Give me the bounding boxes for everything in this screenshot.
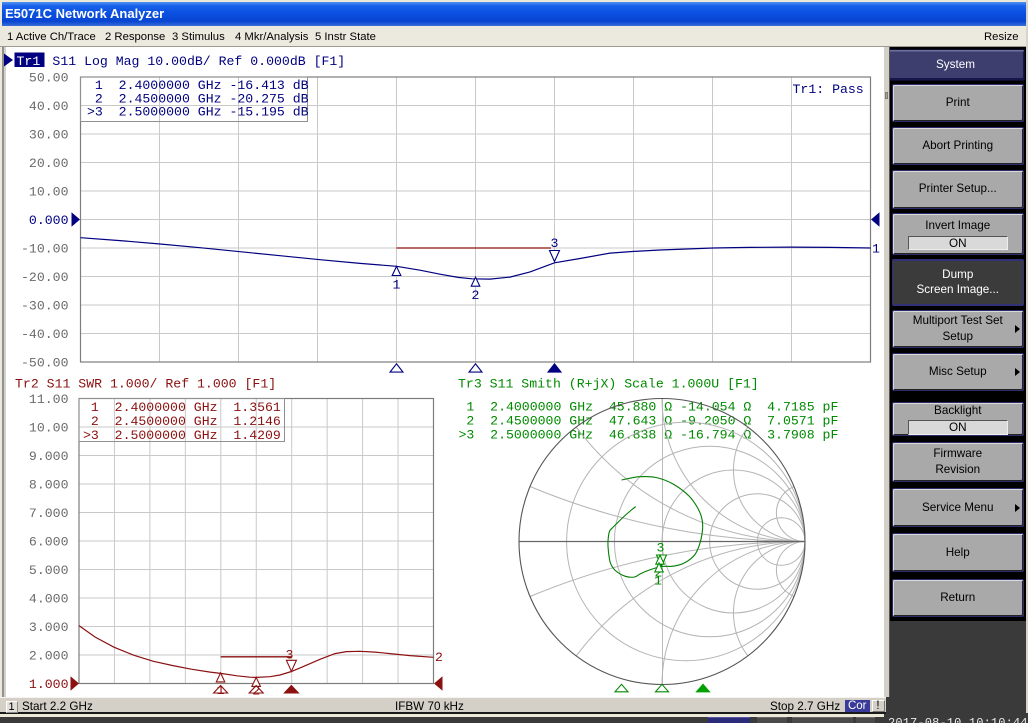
svg-text:50.00: 50.00: [29, 70, 69, 85]
svg-text:Tr3 S11 Smith (R+jX) Scale 1.0: Tr3 S11 Smith (R+jX) Scale 1.000U [F1]: [458, 377, 759, 392]
svg-text:2.000: 2.000: [29, 648, 69, 663]
svg-text:20.00: 20.00: [29, 156, 69, 171]
svg-text:2: 2: [252, 684, 260, 699]
svg-text:-20.00: -20.00: [21, 270, 69, 285]
svg-text:-10.00: -10.00: [21, 241, 69, 256]
svg-text:2 2.4500000 GHz 1.2146: 2 2.4500000 GHz 1.2146: [83, 414, 281, 429]
svg-text:2: 2: [472, 288, 480, 303]
svg-text:>3 2.5000000 GHz 46.838 Ω -1: >3 2.5000000 GHz 46.838 Ω -16.794 Ω 3.79…: [459, 428, 839, 443]
svg-text:Tr1: Pass: Tr1: Pass: [793, 82, 864, 97]
svg-text:>3 2.5000000 GHz -15.195 dB: >3 2.5000000 GHz -15.195 dB: [87, 105, 309, 120]
svg-text:40.00: 40.00: [29, 99, 69, 114]
svg-text:6.000: 6.000: [29, 534, 69, 549]
svg-text:2: 2: [435, 650, 443, 665]
svg-text:8.000: 8.000: [29, 477, 69, 492]
svg-text:2 2.4500000 GHz 47.643 Ω -9.: 2 2.4500000 GHz 47.643 Ω -9.2050 Ω 7.057…: [459, 414, 839, 429]
svg-text:30.00: 30.00: [29, 127, 69, 142]
svg-text:1 2.4000000 GHz 45.880 Ω -14: 1 2.4000000 GHz 45.880 Ω -14.054 Ω 4.718…: [459, 399, 839, 414]
svg-text:4.000: 4.000: [29, 591, 69, 606]
svg-text:-40.00: -40.00: [21, 327, 69, 342]
svg-text:1: 1: [217, 683, 225, 698]
svg-text:0.000: 0.000: [29, 213, 69, 228]
svg-text:3: 3: [551, 236, 559, 251]
svg-text:-50.00: -50.00: [21, 355, 69, 370]
svg-text:7.000: 7.000: [29, 506, 69, 521]
svg-text:1 2.4000000 GHz 1.3561: 1 2.4000000 GHz 1.3561: [83, 400, 281, 415]
svg-text:S11 Log Mag 10.00dB/ Ref 0.000: S11 Log Mag 10.00dB/ Ref 0.000dB [F1]: [45, 54, 346, 69]
svg-text:1.000: 1.000: [29, 677, 69, 692]
svg-text:9.000: 9.000: [29, 449, 69, 464]
svg-text:11.00: 11.00: [29, 392, 69, 407]
svg-text:Tr1: Tr1: [17, 54, 41, 69]
svg-text:-30.00: -30.00: [21, 298, 69, 313]
svg-text:3.000: 3.000: [29, 620, 69, 635]
svg-text:>3 2.5000000 GHz 1.4209: >3 2.5000000 GHz 1.4209: [83, 428, 281, 443]
svg-text:10.00: 10.00: [29, 420, 69, 435]
svg-text:5.000: 5.000: [29, 563, 69, 578]
svg-text:1: 1: [872, 242, 880, 257]
svg-text:1: 1: [393, 278, 401, 293]
svg-text:1: 1: [654, 574, 662, 589]
svg-text:10.00: 10.00: [29, 184, 69, 199]
svg-text:Tr2 S11 SWR 1.000/ Ref 1.000 [: Tr2 S11 SWR 1.000/ Ref 1.000 [F1]: [15, 377, 276, 392]
svg-text:3: 3: [657, 541, 665, 556]
